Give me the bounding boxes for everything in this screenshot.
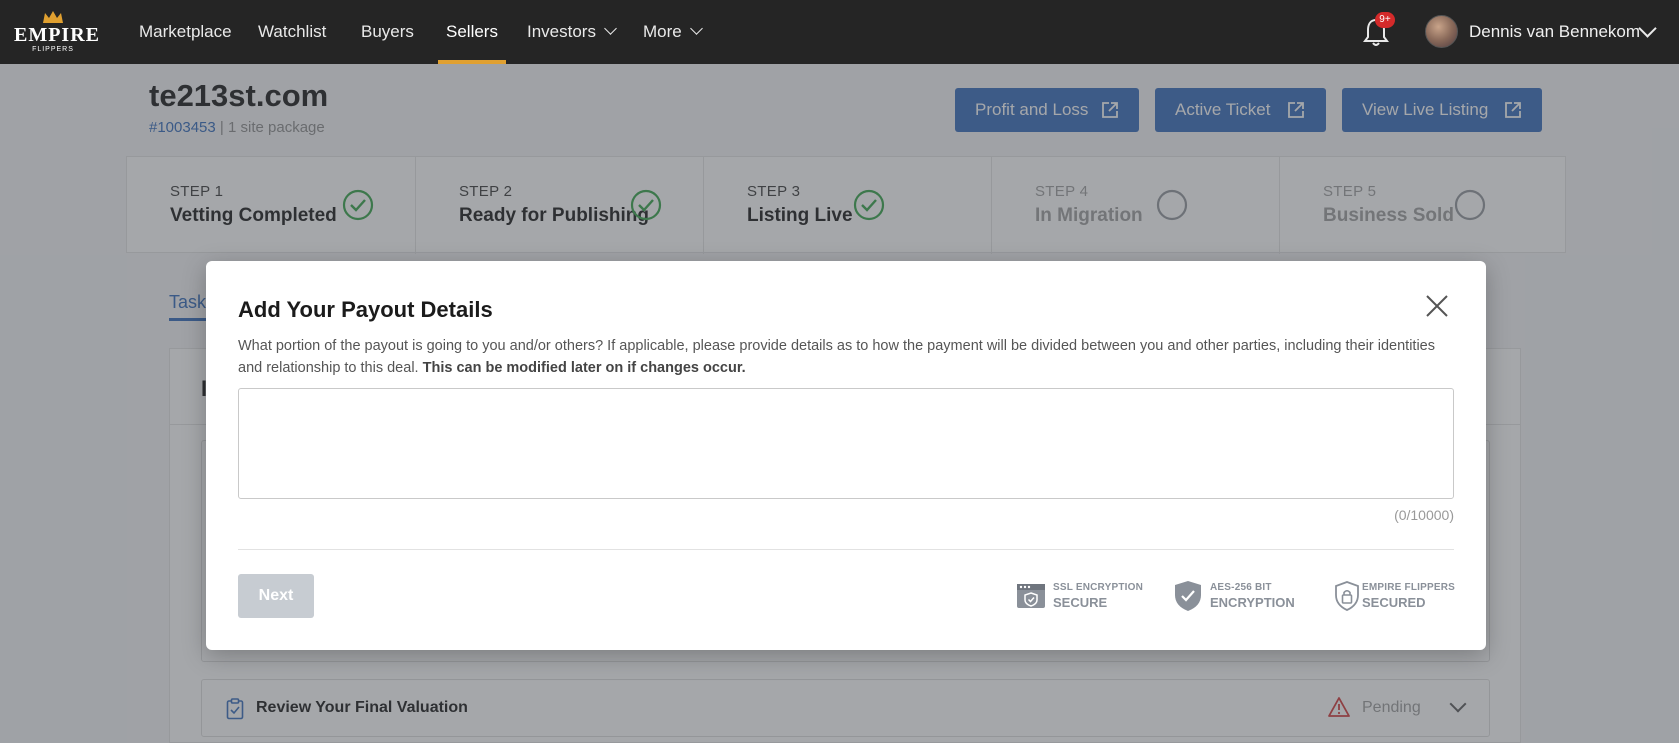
shield-check-icon [1175,581,1201,611]
logo-subtitle: FLIPPERS [32,46,74,53]
avatar[interactable] [1425,15,1458,48]
modal-title: Add Your Payout Details [238,297,493,322]
badge-big-text: SECURE [1053,595,1108,610]
empire-secured-badge: EMPIRE FLIPPERS SECURED [1332,580,1457,612]
top-nav: EMPIRE FLIPPERS Marketplace Watchlist Bu… [0,0,1679,64]
empire-flippers-logo[interactable]: EMPIRE FLIPPERS [14,10,100,54]
aes-badge: AES-256 BIT ENCRYPTION [1173,580,1303,612]
chevron-down-icon [689,22,703,35]
badge-small-text: AES-256 BIT [1210,582,1272,593]
badge-big-text: ENCRYPTION [1210,595,1295,610]
divider [238,549,1454,550]
nav-more[interactable]: More [643,0,703,64]
ssl-badge: SSL ENCRYPTION SECURE [1016,580,1156,612]
badge-small-text: EMPIRE FLIPPERS [1362,582,1456,593]
notification-badge: 9+ [1375,12,1395,28]
nav-sellers[interactable]: Sellers [438,0,506,64]
nav-more-label: More [643,22,682,41]
modal-description: What portion of the payout is going to y… [238,335,1438,379]
crown-icon [43,11,63,23]
nav-buyers[interactable]: Buyers [361,0,414,64]
character-count: (0/10000) [1394,507,1454,523]
badge-small-text: SSL ENCRYPTION [1053,582,1144,593]
nav-watchlist[interactable]: Watchlist [258,0,326,64]
nav-investors[interactable]: Investors [527,0,617,64]
chevron-down-icon [604,22,617,35]
next-button[interactable]: Next [238,574,314,618]
lock-shield-icon [1335,581,1359,611]
nav-investors-label: Investors [527,22,596,41]
payout-details-modal: Add Your Payout Details What portion of … [206,261,1486,650]
nav-marketplace[interactable]: Marketplace [139,0,232,64]
modal-description-text: What portion of the payout is going to y… [238,338,1435,376]
modal-description-note: This can be modified later on if changes… [422,360,746,376]
user-name[interactable]: Dennis van Bennekom [1469,0,1640,64]
payout-details-textarea[interactable] [238,388,1454,499]
chevron-down-icon[interactable] [1638,19,1657,38]
ssl-window-icon [1017,584,1045,608]
badge-big-text: SECURED [1362,595,1426,610]
close-icon[interactable] [1424,293,1450,319]
logo-word: EMPIRE [14,24,100,46]
